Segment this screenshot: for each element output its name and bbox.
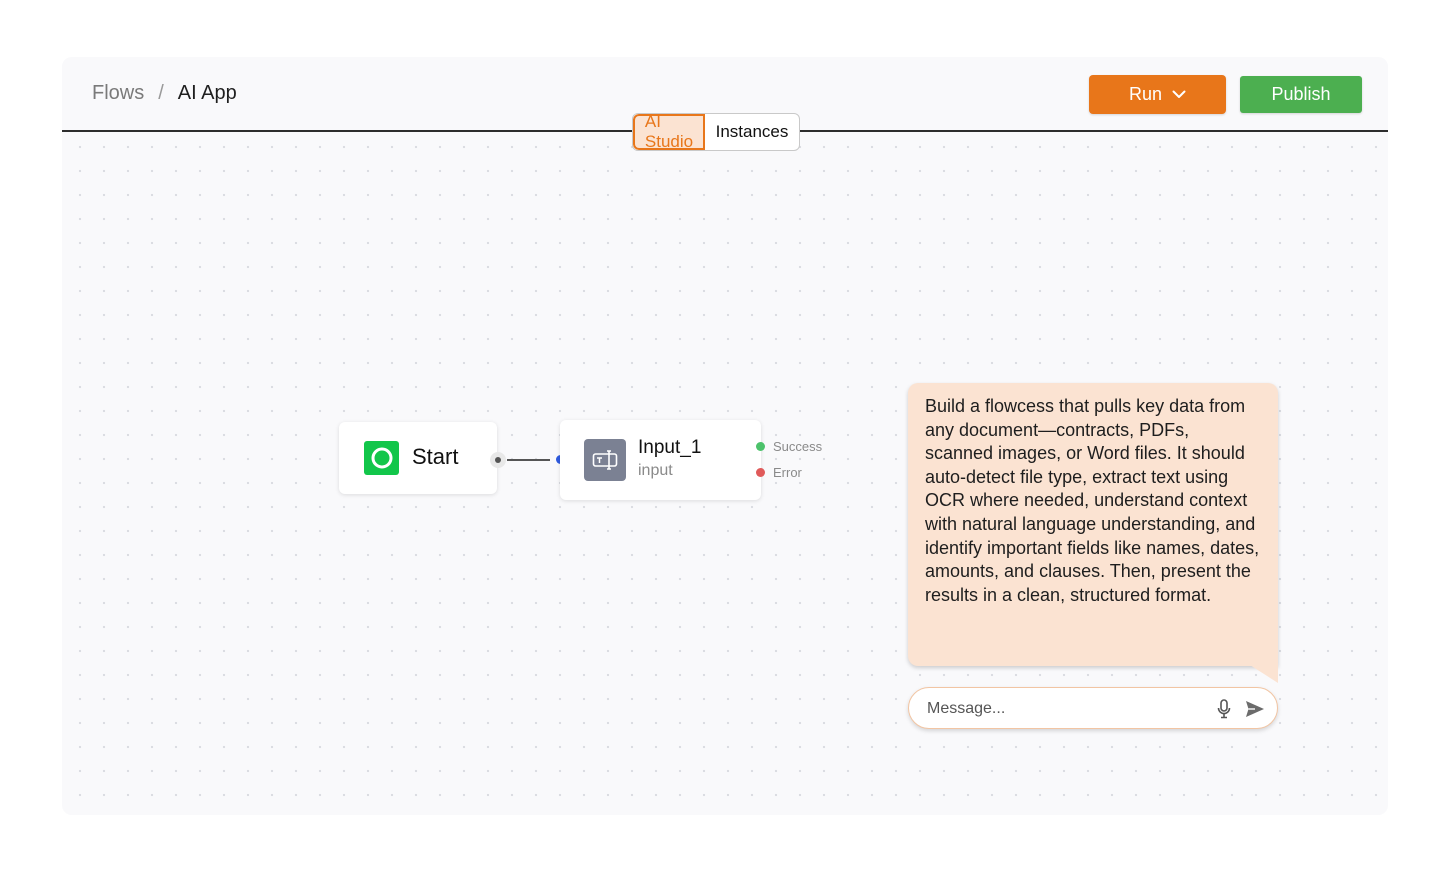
tab-ai-studio[interactable]: AI Studio xyxy=(633,114,705,150)
start-node-label: Start xyxy=(412,444,459,469)
chat-bubble-tail xyxy=(1250,665,1278,683)
run-button[interactable]: Run xyxy=(1089,75,1226,114)
app-window: Flows / AI App Run Publish AI Studio Ins… xyxy=(62,57,1388,815)
circle-icon xyxy=(364,441,399,475)
input-node-title: Input_1 xyxy=(638,437,702,458)
send-icon[interactable] xyxy=(1245,699,1265,719)
connection-edge[interactable] xyxy=(507,459,550,461)
chat-message-bubble: Build a flowcess that pulls key data fro… xyxy=(908,383,1278,666)
success-output-label: Success xyxy=(773,439,823,454)
success-dot xyxy=(756,442,765,451)
input-node-type: input xyxy=(638,462,673,479)
success-output-port[interactable]: Success xyxy=(756,439,822,454)
publish-button[interactable]: Publish xyxy=(1240,76,1362,113)
run-button-label: Run xyxy=(1128,84,1163,104)
breadcrumb-separator: / xyxy=(158,82,164,104)
message-input[interactable] xyxy=(925,697,1199,721)
microphone-icon[interactable] xyxy=(1217,699,1231,719)
error-dot xyxy=(756,468,765,477)
error-output-label: Error xyxy=(773,465,802,480)
start-output-port[interactable] xyxy=(490,452,506,468)
start-node[interactable]: Start xyxy=(339,422,497,494)
error-output-port[interactable]: Error xyxy=(756,465,802,480)
text-input-icon xyxy=(584,439,626,481)
breadcrumb-flows-link[interactable]: Flows xyxy=(92,82,144,105)
view-tabs: AI Studio Instances xyxy=(632,113,800,151)
chat-input-box xyxy=(908,687,1278,729)
breadcrumb-current: AI App xyxy=(177,82,237,104)
tab-instances[interactable]: Instances xyxy=(705,114,799,150)
breadcrumb: Flows / AI App xyxy=(92,82,237,105)
chevron-down-icon xyxy=(1172,90,1186,98)
input-node[interactable]: Input_1 input xyxy=(560,420,761,500)
publish-button-label: Publish xyxy=(1271,84,1331,104)
